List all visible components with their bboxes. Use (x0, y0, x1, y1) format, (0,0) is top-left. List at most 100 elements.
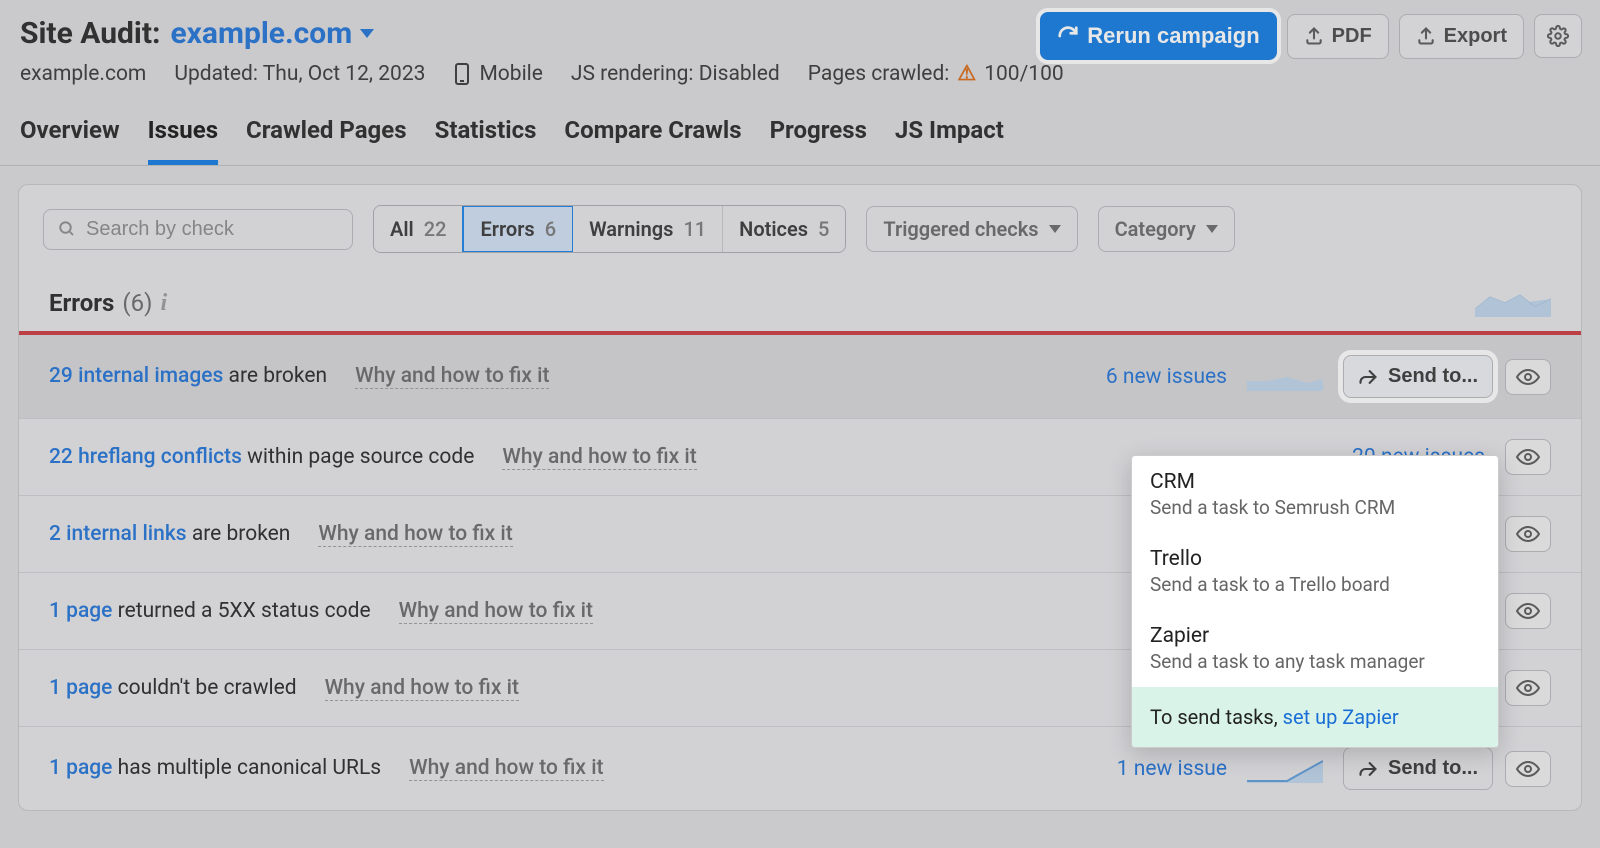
search-input[interactable] (86, 218, 338, 241)
send-to-button[interactable]: Send to... (1343, 747, 1493, 790)
crawled-value: 100/100 (984, 62, 1063, 86)
issue-rest: are broken (229, 364, 328, 388)
hide-button[interactable] (1505, 593, 1551, 629)
share-arrow-icon (1358, 759, 1378, 779)
seg-errors[interactable]: Errors6 (462, 205, 574, 253)
hide-button[interactable] (1505, 751, 1551, 787)
dd-sub: Send a task to a Trello board (1150, 573, 1480, 596)
pdf-button[interactable]: PDF (1287, 14, 1389, 59)
chevron-down-icon (1206, 225, 1218, 233)
dd-sub: Send a task to Semrush CRM (1150, 496, 1480, 519)
seg-warnings-label: Warnings (589, 217, 673, 241)
eye-icon (1516, 368, 1540, 386)
page-title-prefix: Site Audit: (20, 16, 160, 51)
issue-rest: are broken (192, 522, 291, 546)
dd-footer-text: To send tasks, (1150, 705, 1278, 729)
dd-title: Zapier (1150, 624, 1480, 648)
send-to-dropdown: CRM Send a task to Semrush CRM Trello Se… (1131, 455, 1499, 748)
meta-updated: Updated: Thu, Oct 12, 2023 (174, 62, 425, 86)
seg-notices[interactable]: Notices5 (723, 206, 845, 252)
issue-rest: couldn't be crawled (118, 676, 297, 700)
section-sparkline (1475, 289, 1551, 317)
send-to-label: Send to... (1388, 757, 1478, 780)
dropdown-item-trello[interactable]: Trello Send a task to a Trello board (1132, 533, 1498, 610)
tab-progress[interactable]: Progress (770, 110, 867, 165)
eye-icon (1516, 602, 1540, 620)
seg-notices-count: 5 (818, 217, 829, 241)
why-fix-link[interactable]: Why and how to fix it (325, 676, 519, 701)
hide-button[interactable] (1505, 439, 1551, 475)
hide-button[interactable] (1505, 670, 1551, 706)
mobile-icon (453, 62, 471, 86)
pdf-label: PDF (1332, 25, 1372, 48)
issue-link[interactable]: 1 page (49, 756, 112, 780)
seg-errors-label: Errors (480, 217, 534, 241)
send-to-button[interactable]: Send to... (1343, 355, 1493, 398)
share-arrow-icon (1358, 367, 1378, 387)
tab-overview[interactable]: Overview (20, 110, 120, 165)
dd-sub: Send a task to any task manager (1150, 650, 1480, 673)
issue-link[interactable]: 29 internal images (49, 364, 223, 388)
seg-all-count: 22 (424, 217, 447, 241)
nav-tabs: Overview Issues Crawled Pages Statistics… (0, 110, 1600, 166)
issue-rest: within page source code (247, 445, 474, 469)
why-fix-link[interactable]: Why and how to fix it (409, 756, 603, 781)
chevron-down-icon (360, 29, 374, 38)
why-fix-link[interactable]: Why and how to fix it (355, 364, 549, 389)
row-sparkline (1247, 363, 1323, 391)
chevron-down-icon (1049, 225, 1061, 233)
search-icon (58, 219, 76, 239)
dropdown-item-crm[interactable]: CRM Send a task to Semrush CRM (1132, 456, 1498, 533)
why-fix-link[interactable]: Why and how to fix it (399, 599, 593, 624)
seg-all-label: All (390, 217, 414, 241)
rerun-campaign-button[interactable]: Rerun campaign (1040, 12, 1276, 60)
dropdown-item-zapier[interactable]: Zapier Send a task to any task manager (1132, 610, 1498, 687)
meta-js-render: JS rendering: Disabled (571, 62, 780, 86)
info-icon[interactable]: i (160, 290, 167, 317)
gear-icon (1547, 25, 1569, 47)
why-fix-link[interactable]: Why and how to fix it (318, 522, 512, 547)
issue-rest: has multiple canonical URLs (118, 756, 381, 780)
warning-icon: ⚠ (957, 61, 976, 86)
tab-statistics[interactable]: Statistics (435, 110, 537, 165)
new-issues-link[interactable]: 1 new issue (1067, 757, 1227, 781)
settings-button[interactable] (1534, 14, 1582, 58)
triggered-checks-dropdown[interactable]: Triggered checks (866, 206, 1077, 252)
issue-link[interactable]: 22 hreflang conflicts (49, 445, 242, 469)
issue-row: 29 internal images are broken Why and ho… (19, 335, 1581, 419)
tab-js-impact[interactable]: JS Impact (895, 110, 1004, 165)
new-issues-link[interactable]: 6 new issues (1067, 365, 1227, 389)
section-count: (6) (122, 289, 152, 317)
export-button[interactable]: Export (1399, 14, 1524, 59)
setup-zapier-link[interactable]: set up Zapier (1283, 705, 1399, 729)
category-dropdown[interactable]: Category (1098, 206, 1235, 252)
seg-all[interactable]: All 22 (374, 206, 463, 252)
row-sparkline (1247, 755, 1323, 783)
triggered-label: Triggered checks (883, 217, 1038, 241)
tab-issues[interactable]: Issues (148, 110, 218, 165)
category-label: Category (1115, 217, 1196, 241)
dd-title: CRM (1150, 470, 1480, 494)
issue-link[interactable]: 2 internal links (49, 522, 187, 546)
seg-warnings[interactable]: Warnings11 (573, 206, 723, 252)
rerun-label: Rerun campaign (1087, 23, 1259, 49)
meta-device-label: Mobile (479, 62, 542, 86)
hide-button[interactable] (1505, 516, 1551, 552)
project-domain-selector[interactable]: example.com (170, 16, 374, 51)
eye-icon (1516, 679, 1540, 697)
meta-crawled: Pages crawled: ⚠ 100/100 (808, 61, 1064, 86)
search-check-box[interactable] (43, 209, 353, 250)
dd-title: Trello (1150, 547, 1480, 571)
meta-domain: example.com (20, 62, 146, 86)
meta-device: Mobile (453, 62, 542, 86)
tab-crawled-pages[interactable]: Crawled Pages (246, 110, 407, 165)
hide-button[interactable] (1505, 359, 1551, 395)
tab-compare-crawls[interactable]: Compare Crawls (564, 110, 741, 165)
upload-icon (1304, 26, 1324, 46)
issue-link[interactable]: 1 page (49, 676, 112, 700)
send-to-label: Send to... (1388, 365, 1478, 388)
issue-link[interactable]: 1 page (49, 599, 112, 623)
eye-icon (1516, 448, 1540, 466)
dropdown-footer: To send tasks, set up Zapier (1132, 687, 1498, 747)
why-fix-link[interactable]: Why and how to fix it (502, 445, 696, 470)
